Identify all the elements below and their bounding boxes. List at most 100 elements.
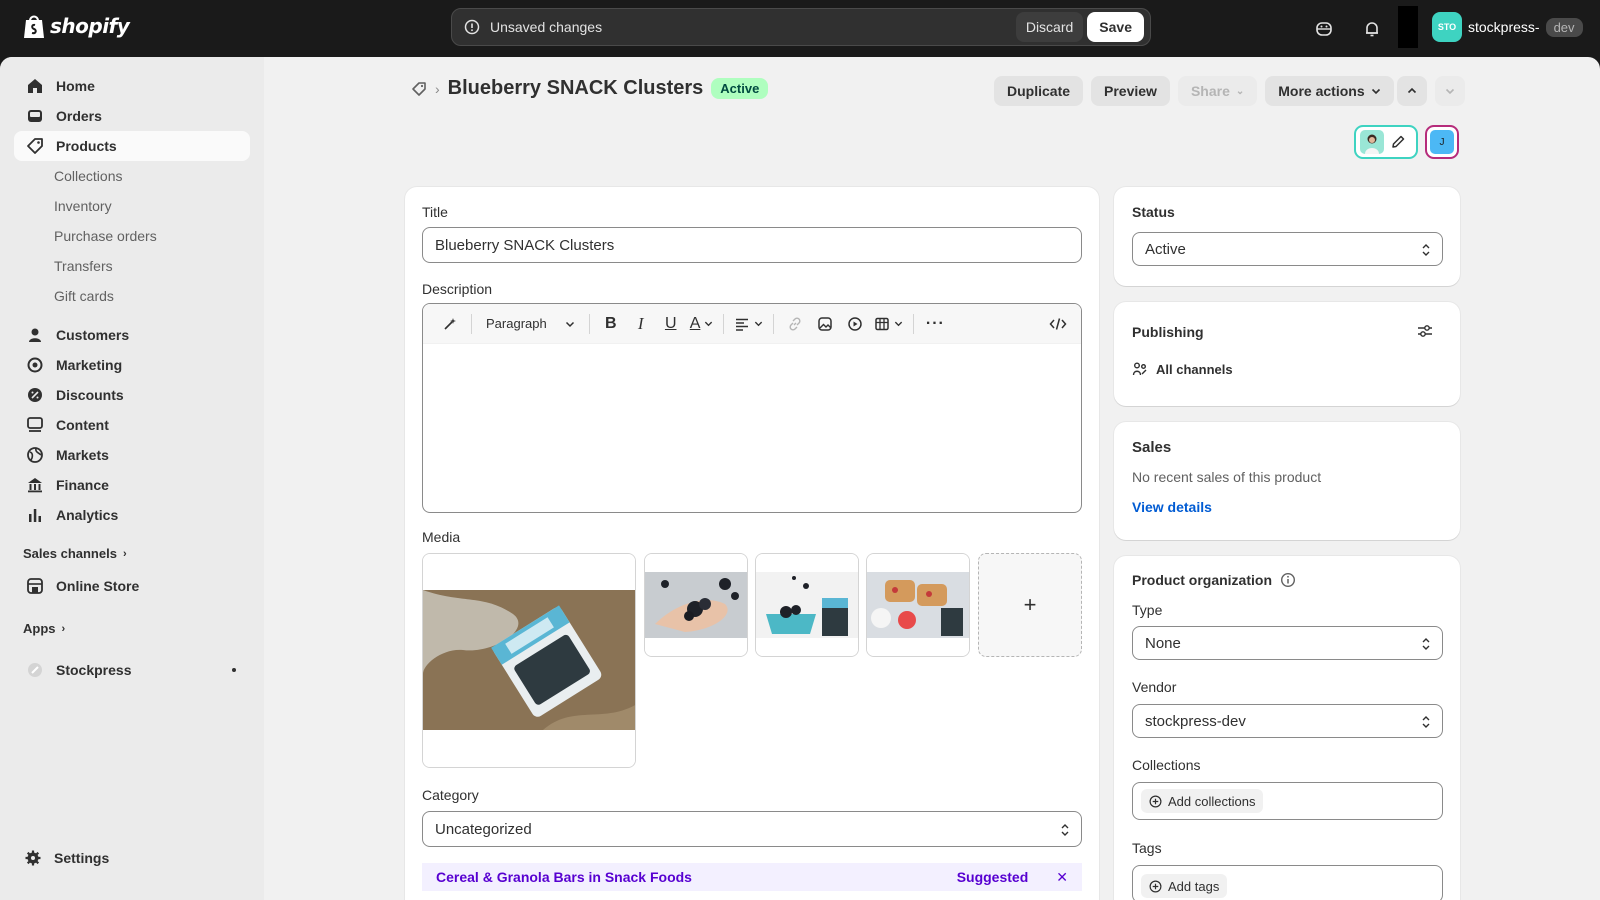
collaborator-avatar[interactable]: J [1425, 125, 1459, 159]
tags-input[interactable]: Add tags [1132, 865, 1443, 900]
sidebar-item-label: Customers [56, 327, 130, 343]
preview-button[interactable]: Preview [1091, 76, 1170, 106]
sales-text: No recent sales of this product [1132, 469, 1322, 485]
add-tags-button[interactable]: Add tags [1141, 874, 1228, 898]
sidebar-subitem-purchase-orders[interactable]: Purchase orders [54, 221, 157, 251]
publishing-heading: Publishing [1132, 324, 1204, 340]
channels-icon [1132, 362, 1147, 376]
page-title: Blueberry SNACK Clusters [447, 77, 704, 99]
magic-button[interactable] [435, 309, 465, 339]
italic-button[interactable]: I [626, 309, 656, 339]
unsaved-message: Unsaved changes [490, 19, 603, 35]
media-primary-image[interactable] [422, 553, 636, 768]
shopify-logo[interactable]: shopify [22, 12, 130, 40]
sales-channels-header[interactable]: Sales channels › [23, 546, 127, 561]
ellipsis-icon: ··· [925, 314, 945, 332]
unsaved-changes-bar: Unsaved changes Discard Save [451, 8, 1151, 46]
info-icon[interactable] [1280, 572, 1296, 588]
collections-input[interactable]: Add collections [1132, 782, 1443, 820]
description-text-area[interactable] [423, 344, 1081, 512]
content-icon [27, 417, 43, 432]
sidebar-item-customers[interactable]: Customers [14, 320, 250, 350]
sidebar-item-analytics[interactable]: Analytics [14, 500, 250, 530]
insert-table-button[interactable] [870, 309, 907, 339]
chevron-right-icon: › [435, 80, 440, 97]
save-button[interactable]: Save [1087, 12, 1144, 42]
sidebar-item-content[interactable]: Content [14, 410, 250, 440]
add-collections-button[interactable]: Add collections [1141, 789, 1264, 813]
gear-icon [25, 850, 41, 866]
previous-product-button[interactable] [1397, 76, 1427, 106]
apps-header[interactable]: Apps › [23, 621, 65, 636]
category-label: Category [422, 787, 479, 803]
main-content: › Blueberry SNACK Clusters Active Duplic… [264, 57, 1600, 900]
sidebar-item-markets[interactable]: Markets [14, 440, 250, 470]
sidebar-subitem-collections[interactable]: Collections [54, 161, 122, 191]
next-product-button[interactable] [1435, 76, 1465, 106]
paragraph-select[interactable]: Paragraph [478, 309, 583, 339]
media-thumbnail[interactable] [866, 553, 970, 657]
type-select[interactable]: None [1132, 626, 1443, 660]
user-avatar [1360, 130, 1384, 154]
underline-button[interactable]: U [656, 309, 686, 339]
show-html-button[interactable] [1043, 309, 1073, 339]
title-input[interactable]: Blueberry SNACK Clusters [422, 227, 1082, 263]
chevron-down-icon [1371, 88, 1380, 95]
notifications-button[interactable] [1357, 14, 1387, 44]
discard-button[interactable]: Discard [1015, 12, 1084, 42]
insert-image-button[interactable] [810, 309, 840, 339]
sidebar-item-orders[interactable]: Orders [14, 101, 250, 131]
editor-presence[interactable] [1354, 125, 1418, 159]
vendor-value: stockpress-dev [1145, 712, 1246, 730]
category-select[interactable]: Uncategorized [422, 811, 1082, 847]
sidebar-item-discounts[interactable]: Discounts [14, 380, 250, 410]
sidebar-subitem-transfers[interactable]: Transfers [54, 251, 113, 281]
description-editor[interactable]: Paragraph B I U A ··· [422, 303, 1082, 513]
sidekick-button[interactable] [1309, 14, 1339, 44]
image-icon [818, 316, 833, 331]
more-formatting-button[interactable]: ··· [920, 309, 950, 339]
close-icon[interactable]: ✕ [1056, 869, 1068, 886]
add-media-button[interactable]: + [978, 553, 1082, 657]
vendor-select[interactable]: stockpress-dev [1132, 704, 1443, 738]
tag-icon[interactable] [411, 81, 427, 97]
sidebar-item-online-store[interactable]: Online Store [14, 571, 250, 601]
align-button[interactable] [730, 309, 767, 339]
sidebar-item-settings[interactable]: Settings [12, 843, 248, 873]
bold-icon: B [604, 314, 617, 332]
sidebar-item-marketing[interactable]: Marketing [14, 350, 250, 380]
sidebar-item-products[interactable]: Products [14, 131, 250, 161]
bold-button[interactable]: B [596, 309, 626, 339]
media-thumbnail[interactable] [644, 553, 748, 657]
suggested-label: Suggested [956, 869, 1029, 885]
type-value: None [1145, 634, 1181, 652]
more-actions-button[interactable]: More actions [1265, 76, 1394, 106]
sidebar-subitem-gift-cards[interactable]: Gift cards [54, 281, 114, 311]
link-button[interactable] [780, 309, 810, 339]
shopify-bag-icon [24, 15, 44, 38]
sidebar-item-stockpress[interactable]: Stockpress [14, 655, 250, 685]
category-suggestion[interactable]: Cereal & Granola Bars in Snack Foods Sug… [422, 863, 1082, 891]
stockpress-app-icon [28, 663, 42, 677]
insert-video-button[interactable] [840, 309, 870, 339]
top-bar: shopify Unsaved changes Discard Save STO… [0, 0, 1600, 57]
text-color-icon: A [689, 314, 701, 332]
status-select[interactable]: Active [1132, 232, 1443, 266]
sidebar-item-finance[interactable]: Finance [14, 470, 250, 500]
suggestion-text[interactable]: Cereal & Granola Bars in Snack Foods [436, 869, 692, 885]
more-actions-label: More actions [1278, 83, 1365, 99]
editor-toolbar: Paragraph B I U A ··· [423, 304, 1081, 344]
view-details-link[interactable]: View details [1132, 499, 1212, 515]
share-button[interactable]: Share ⌄ [1177, 76, 1258, 106]
sidebar-item-label: Finance [56, 477, 109, 493]
text-color-button[interactable]: A [686, 309, 718, 339]
table-icon [875, 317, 890, 330]
plus-circle-icon [1149, 880, 1162, 892]
store-menu[interactable]: STO stockpress- dev [1432, 12, 1583, 42]
sidebar-item-home[interactable]: Home [14, 71, 250, 101]
store-suffix: dev [1545, 17, 1583, 37]
manage-publishing-button[interactable] [1416, 322, 1434, 343]
duplicate-button[interactable]: Duplicate [994, 76, 1084, 106]
media-thumbnail[interactable] [755, 553, 859, 657]
sidebar-subitem-inventory[interactable]: Inventory [54, 191, 112, 221]
